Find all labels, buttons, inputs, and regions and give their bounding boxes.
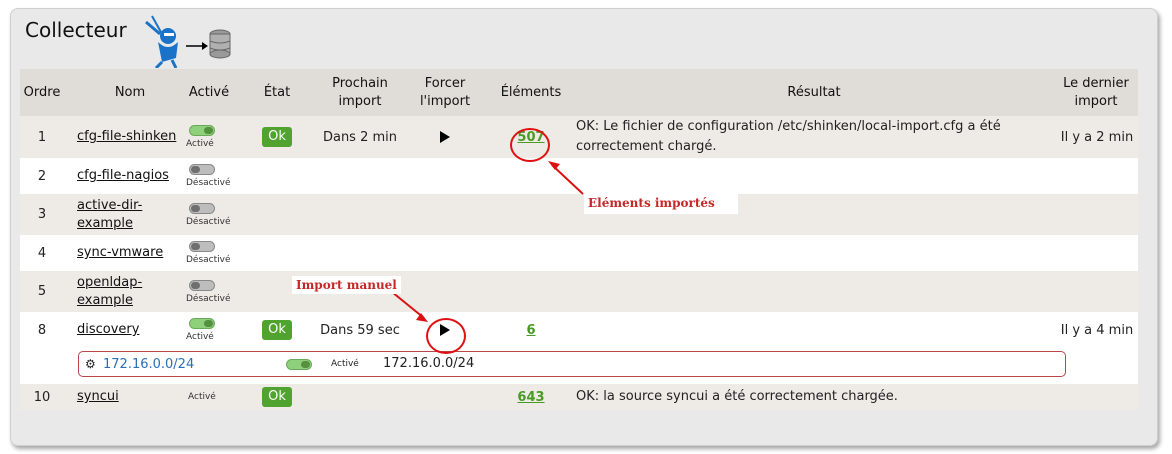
annotation-elements: Eléments importés	[584, 194, 738, 214]
annotation-arrows	[391, 161, 584, 322]
annotation-manual-import: Import manuel	[292, 276, 401, 294]
